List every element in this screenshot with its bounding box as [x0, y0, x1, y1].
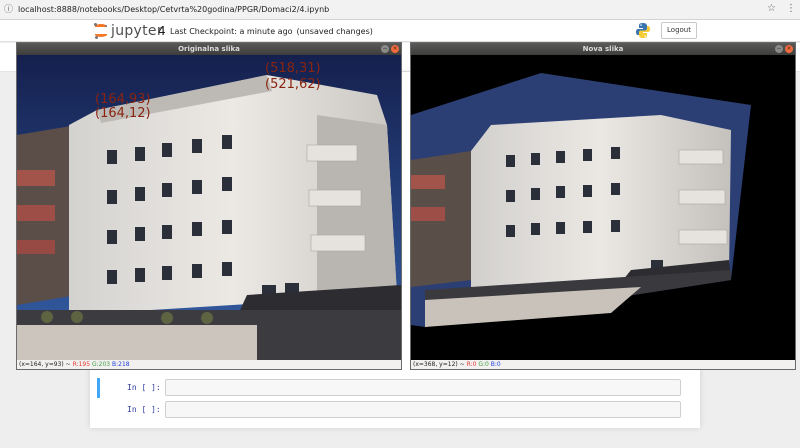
code-input[interactable] [165, 401, 681, 418]
red-value: R:195 [72, 361, 91, 368]
point-label: (518,31) [265, 61, 321, 76]
jupyter-logo-icon [94, 23, 108, 39]
checkpoint-status: Last Checkpoint: a minute ago (unsaved ch… [170, 27, 373, 36]
jupyter-logo-text: jupyter [111, 23, 163, 39]
new-image-window[interactable]: Nova slika − × (x=368, y=12) ~ R:0 G:0 B… [410, 42, 796, 370]
checkpoint-text: Last Checkpoint: a minute ago [170, 27, 293, 36]
status-bar: (x=164, y=93) ~ R:195 G:203 B:218 [17, 360, 401, 369]
browser-address-bar[interactable]: ⓘ localhost:8888/notebooks/Desktop/Cetvr… [0, 0, 800, 20]
blue-value: B:218 [112, 361, 130, 368]
logout-button[interactable]: Logout [661, 22, 697, 39]
point-label: (164,93) [95, 92, 151, 107]
red-value: R:0 [466, 361, 477, 368]
kebab-menu-icon[interactable]: ⋮ [786, 3, 796, 14]
status-bar: (x=368, y=12) ~ R:0 G:0 B:0 [411, 360, 795, 369]
green-value: G:203 [91, 361, 111, 368]
green-value: G:0 [478, 361, 489, 368]
minimize-icon[interactable]: − [775, 45, 783, 53]
python-logo-icon [636, 23, 650, 38]
code-input[interactable] [165, 379, 681, 396]
cell-selection-bar [97, 378, 100, 398]
jupyter-header: jupyter 4 Last Checkpoint: a minute ago(… [0, 20, 800, 42]
bookmark-star-icon[interactable]: ☆ [767, 3, 776, 14]
code-cell-selected[interactable]: In [ ]: [97, 378, 685, 398]
window-title[interactable]: Originalna slika [17, 43, 401, 55]
notebook-name[interactable]: 4 [158, 24, 166, 38]
original-image-canvas[interactable]: (164,93) (164,12) (518,31) (521,62) [17, 55, 401, 360]
jupyter-logo[interactable]: jupyter [94, 23, 163, 39]
new-image-canvas[interactable] [411, 55, 795, 360]
point-label: (521,62) [265, 77, 321, 92]
info-icon[interactable]: ⓘ [4, 5, 14, 15]
cursor-coords: (x=368, y=12) ~ [413, 361, 467, 368]
cursor-coords: (x=164, y=93) ~ [19, 361, 73, 368]
unsaved-changes-text: (unsaved changes) [296, 27, 373, 36]
point-label: (164,12) [95, 106, 151, 121]
warped-photo [411, 55, 795, 360]
input-prompt: In [ ]: [127, 383, 161, 392]
input-prompt: In [ ]: [127, 405, 161, 414]
window-title[interactable]: Nova slika [411, 43, 795, 55]
building-photo: (164,93) (164,12) (518,31) (521,62) [17, 55, 401, 360]
code-cell[interactable]: In [ ]: [97, 400, 685, 420]
minimize-icon[interactable]: − [381, 45, 389, 53]
close-icon[interactable]: × [391, 45, 399, 53]
original-image-window[interactable]: Originalna slika − × (164,93) (164,12) (… [16, 42, 402, 370]
close-icon[interactable]: × [785, 45, 793, 53]
blue-value: B:0 [490, 361, 501, 368]
url-text[interactable]: localhost:8888/notebooks/Desktop/Cetvrta… [18, 5, 329, 14]
